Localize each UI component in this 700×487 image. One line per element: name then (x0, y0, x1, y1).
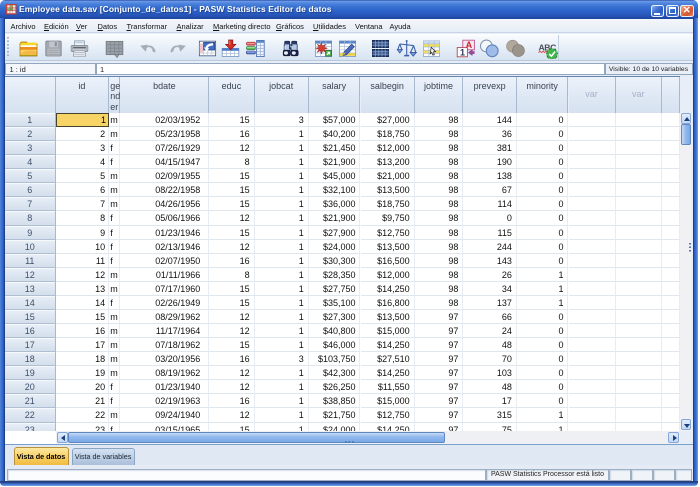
svg-text:1: 1 (460, 47, 465, 57)
